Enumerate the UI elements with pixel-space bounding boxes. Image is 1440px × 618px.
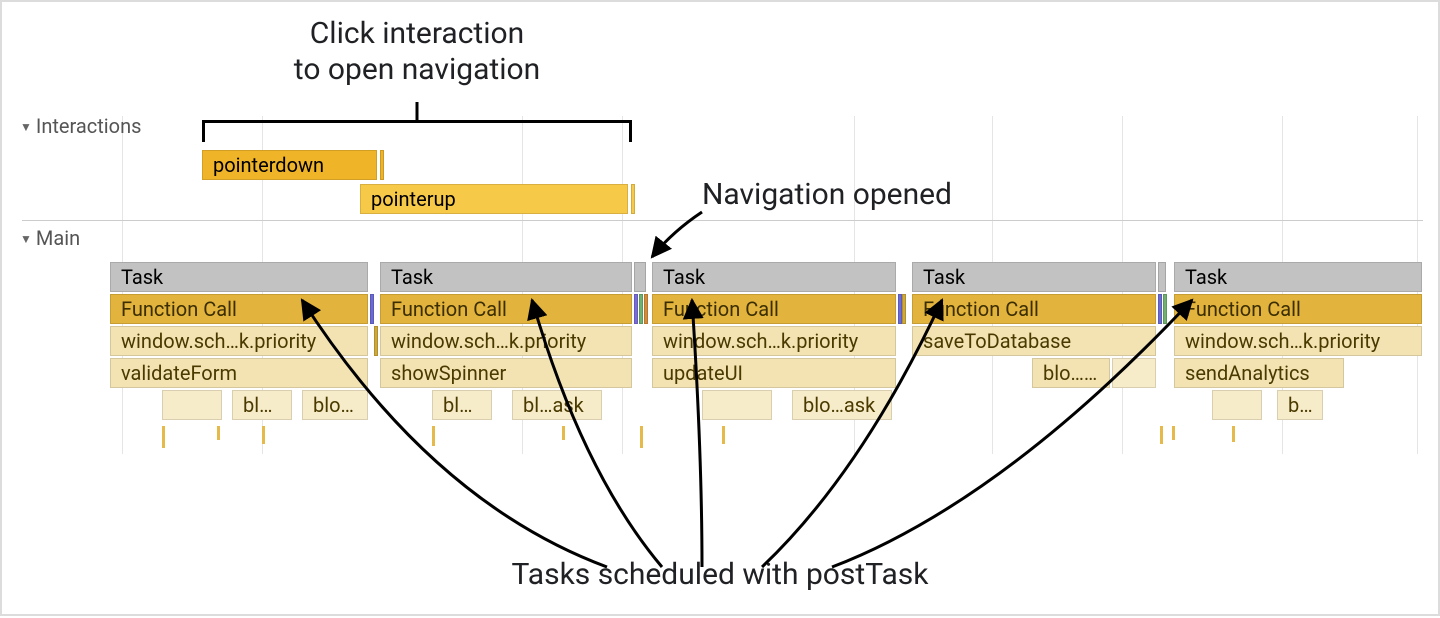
annotation-click-interaction: Click interaction to open navigation	[202, 16, 632, 88]
flame-tick	[1172, 426, 1175, 440]
gap-hatch	[634, 262, 646, 292]
stack-frame[interactable]: validateForm	[110, 358, 368, 388]
task-label: Task	[923, 265, 965, 289]
flame-tick	[640, 426, 643, 448]
stack-frame[interactable]	[1112, 358, 1156, 388]
stack-frame-label: sendAnalytics	[1185, 361, 1310, 385]
gap-hatch	[634, 294, 638, 324]
stack-frame[interactable]: blo…ask	[792, 390, 892, 420]
annotation-tasks-posttask: Tasks scheduled with postTask	[2, 557, 1438, 592]
stack-frame-label: bl…k	[243, 393, 283, 417]
track-header-label: Main	[36, 226, 80, 250]
function-call-label: Function Call	[391, 297, 507, 321]
interaction-label: pointerup	[371, 187, 456, 211]
stack-frame[interactable]	[162, 390, 222, 420]
task-block[interactable]: Task	[652, 262, 896, 292]
task-label: Task	[1185, 265, 1227, 289]
gap-hatch	[374, 326, 378, 356]
stack-frame-label: blo…sk	[1043, 361, 1104, 385]
interaction-pointerdown[interactable]: pointerdown	[202, 150, 377, 180]
stack-frame-label: window.sch…k.priority	[1185, 329, 1380, 353]
stack-frame[interactable]: window.sch…k.priority	[652, 326, 896, 356]
interaction-hatch	[380, 150, 384, 180]
stack-frame-label: bl…k	[443, 393, 483, 417]
function-call-block[interactable]: Function Call	[380, 294, 632, 324]
flame-tick	[1160, 426, 1163, 444]
interaction-label: pointerdown	[213, 153, 324, 177]
function-call-label: Function Call	[663, 297, 779, 321]
gap-hatch	[1163, 294, 1167, 324]
stack-frame[interactable]: b…	[1277, 390, 1323, 420]
function-call-block[interactable]: Function Call	[1174, 294, 1422, 324]
flame-tick	[217, 426, 220, 440]
chevron-down-icon: ▼	[20, 232, 32, 246]
task-label: Task	[663, 265, 705, 289]
stack-frame[interactable]: saveToDatabase	[912, 326, 1156, 356]
gap-hatch	[1158, 262, 1166, 292]
stack-frame-label: validateForm	[121, 361, 237, 385]
flame-tick	[262, 426, 265, 444]
stack-frame-label: window.sch…k.priority	[391, 329, 586, 353]
stack-frame-label: updateUI	[663, 361, 743, 385]
function-call-label: Function Call	[1185, 297, 1301, 321]
task-label: Task	[121, 265, 163, 289]
flame-tick	[562, 426, 565, 440]
function-call-label: Function Call	[923, 297, 1039, 321]
stack-frame[interactable]	[702, 390, 772, 420]
gap-hatch	[902, 294, 906, 324]
stack-frame[interactable]: bl…ask	[512, 390, 602, 420]
stack-frame-label: bl…ask	[523, 393, 584, 417]
flame-tick	[1232, 426, 1235, 442]
annotation-text: Tasks scheduled with postTask	[512, 557, 929, 592]
track-header-interactions[interactable]: ▼ Interactions	[20, 114, 141, 138]
stack-frame[interactable]: bl…k	[432, 390, 492, 420]
chevron-down-icon: ▼	[20, 120, 32, 134]
task-block[interactable]: Task	[110, 262, 368, 292]
stack-frame-label: saveToDatabase	[923, 329, 1071, 353]
task-block[interactable]: Task	[1174, 262, 1422, 292]
annotation-text-line1: Click interaction	[310, 16, 524, 51]
gap-hatch	[1158, 294, 1162, 324]
stack-frame[interactable]: sendAnalytics	[1174, 358, 1344, 388]
section-divider	[22, 220, 1423, 221]
stack-frame-label: b…	[1288, 393, 1313, 417]
stack-frame[interactable]: bl…k	[232, 390, 292, 420]
stack-frame-label: blo…sk	[313, 393, 368, 417]
interaction-pointerup[interactable]: pointerup	[360, 184, 628, 214]
stack-frame[interactable]: blo…sk	[1032, 358, 1110, 388]
gap-hatch	[644, 294, 648, 324]
stack-frame-label: showSpinner	[391, 361, 506, 385]
gap-hatch	[639, 294, 643, 324]
interaction-hatch	[631, 184, 635, 214]
stack-frame[interactable]: showSpinner	[380, 358, 632, 388]
task-block[interactable]: Task	[380, 262, 632, 292]
task-label: Task	[391, 265, 433, 289]
annotation-navigation-opened: Navigation opened	[702, 177, 952, 212]
function-call-block[interactable]: Function Call	[652, 294, 896, 324]
task-block[interactable]: Task	[912, 262, 1156, 292]
annotation-text-line2: to open navigation	[294, 52, 540, 87]
gap-hatch	[370, 294, 374, 324]
flame-tick	[162, 426, 165, 448]
stack-frame[interactable]: window.sch…k.priority	[110, 326, 368, 356]
flame-tick	[722, 426, 725, 444]
stack-frame[interactable]: window.sch…k.priority	[380, 326, 632, 356]
flame-tick	[432, 426, 435, 446]
track-header-main[interactable]: ▼ Main	[20, 226, 80, 250]
stack-frame-label: window.sch…k.priority	[121, 329, 316, 353]
annotation-text: Navigation opened	[702, 177, 952, 212]
stack-frame[interactable]: blo…sk	[302, 390, 368, 420]
track-header-label: Interactions	[36, 114, 142, 138]
stack-frame[interactable]: updateUI	[652, 358, 896, 388]
stack-frame[interactable]	[1212, 390, 1262, 420]
stack-frame[interactable]: window.sch…k.priority	[1174, 326, 1422, 356]
function-call-block[interactable]: Function Call	[912, 294, 1156, 324]
stack-frame-label: blo…ask	[803, 393, 875, 417]
function-call-label: Function Call	[121, 297, 237, 321]
stack-frame-label: window.sch…k.priority	[663, 329, 858, 353]
function-call-block[interactable]: Function Call	[110, 294, 368, 324]
